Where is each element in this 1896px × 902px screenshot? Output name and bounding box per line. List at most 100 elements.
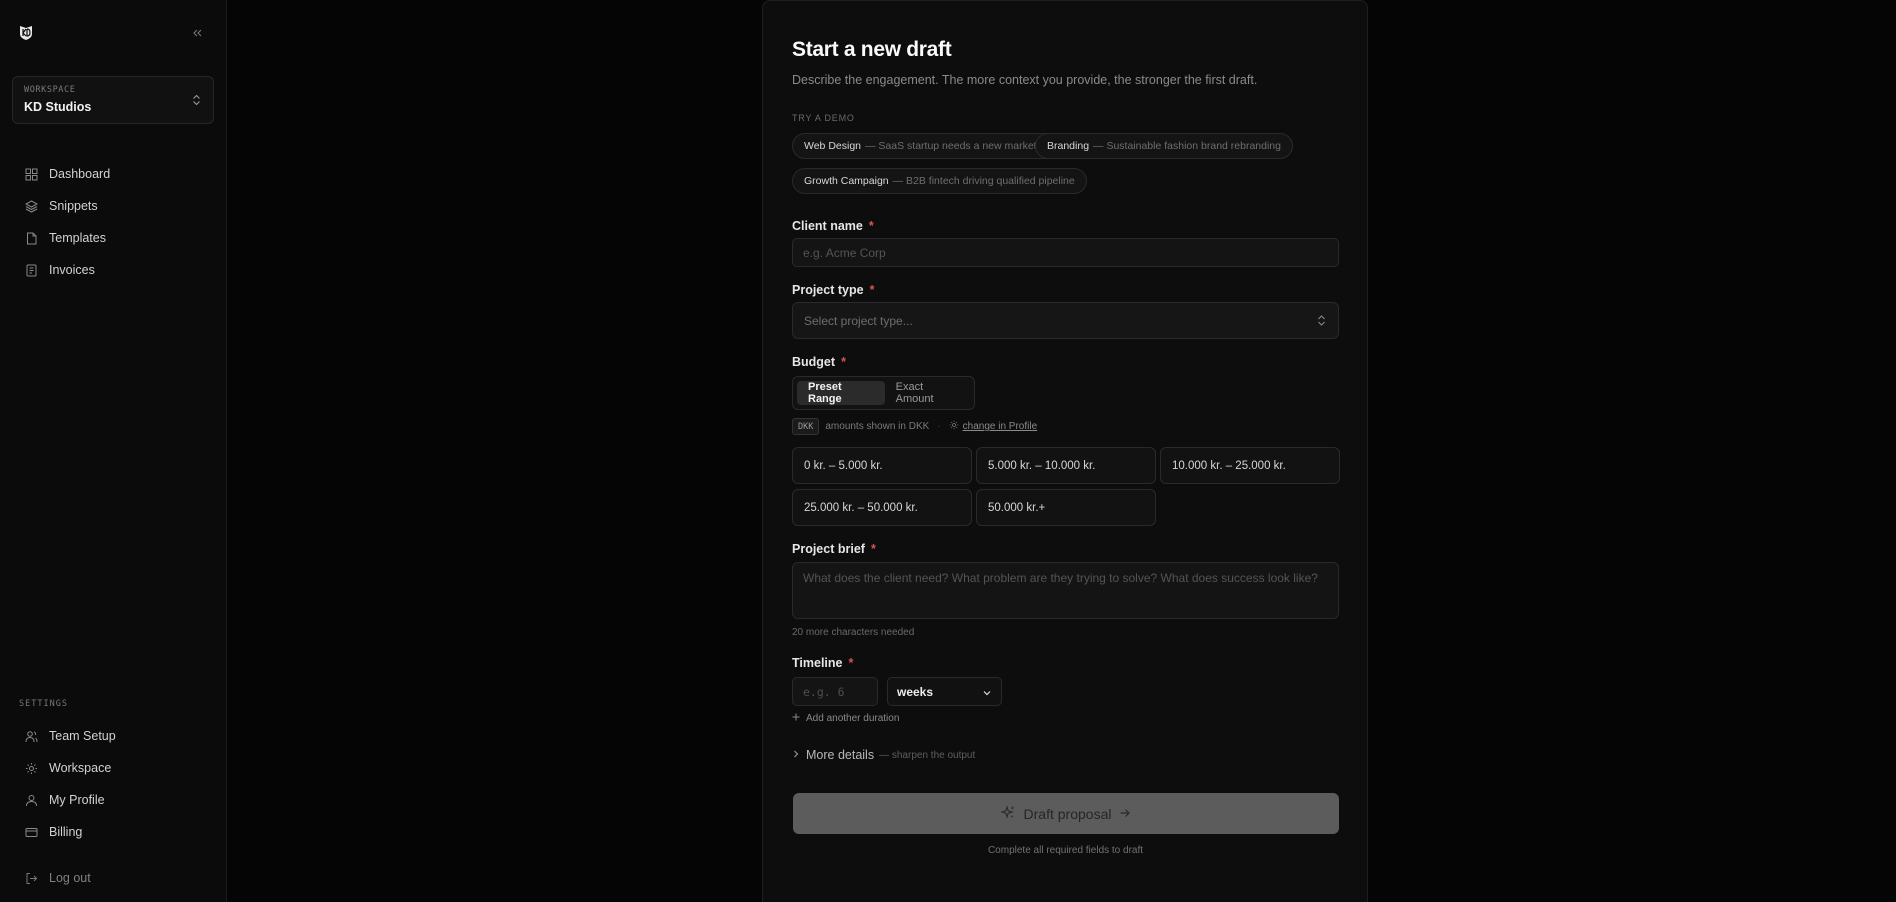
page-title: Start a new draft bbox=[792, 38, 952, 61]
sidebar-item-billing[interactable]: Billing bbox=[0, 816, 226, 848]
sidebar-item-label: Billing bbox=[49, 825, 83, 839]
demo-chip-desc: — B2B fintech driving qualified pipeline bbox=[892, 175, 1075, 187]
brief-character-helper: 20 more characters needed bbox=[792, 627, 915, 638]
timeline-unit-select[interactable]: weeks bbox=[887, 677, 1002, 706]
project-type-placeholder: Select project type... bbox=[804, 313, 913, 328]
add-duration-button[interactable]: Add another duration bbox=[792, 713, 899, 724]
main-nav: Dashboard Snippets Templates Invoices bbox=[0, 158, 226, 286]
budget-label: Budget * bbox=[792, 355, 846, 369]
sidebar-item-workspace[interactable]: Workspace bbox=[0, 752, 226, 784]
logout-section: Log out bbox=[0, 862, 226, 894]
sidebar-item-snippets[interactable]: Snippets bbox=[0, 190, 226, 222]
demo-chip-title: Growth Campaign bbox=[804, 175, 889, 187]
sidebar-header bbox=[0, 0, 226, 66]
sidebar-item-team-setup[interactable]: Team Setup bbox=[0, 720, 226, 752]
users-icon bbox=[24, 729, 38, 743]
settings-section-label: SETTINGS bbox=[19, 699, 68, 709]
settings-nav: Team Setup Workspace My Profile Billing bbox=[0, 720, 226, 848]
project-brief-label-text: Project brief bbox=[792, 542, 865, 556]
demo-chip-title: Web Design bbox=[804, 140, 862, 152]
change-currency-link[interactable]: change in Profile bbox=[963, 421, 1038, 432]
new-draft-form: Start a new draft Describe the engagemen… bbox=[762, 0, 1368, 902]
project-type-label: Project type * bbox=[792, 283, 874, 297]
more-details-subtitle: — sharpen the output bbox=[879, 749, 976, 761]
budget-mode-toggle: Preset Range Exact Amount bbox=[792, 376, 975, 410]
draft-requirement-note: Complete all required fields to draft bbox=[987, 845, 1144, 856]
required-marker: * bbox=[870, 542, 876, 556]
currency-info: DKK amounts shown in DKK · change in Pro… bbox=[792, 418, 1037, 435]
gear-icon bbox=[949, 420, 959, 433]
budget-range-option[interactable]: 0 kr. – 5.000 kr. bbox=[792, 447, 972, 484]
budget-range-option[interactable]: 10.000 kr. – 25.000 kr. bbox=[1160, 447, 1340, 484]
demo-section-label: TRY A DEMO bbox=[792, 113, 855, 123]
grid-icon bbox=[24, 167, 38, 181]
project-type-select[interactable]: Select project type... bbox=[792, 302, 1339, 339]
layers-icon bbox=[24, 199, 38, 213]
client-name-label: Client name * bbox=[792, 219, 874, 233]
more-details-title: More details bbox=[806, 748, 875, 762]
add-duration-label: Add another duration bbox=[806, 713, 900, 724]
currency-note: amounts shown in DKK bbox=[825, 421, 930, 432]
sidebar-item-label: Workspace bbox=[49, 761, 112, 775]
required-marker: * bbox=[848, 656, 854, 670]
preset-range-tab[interactable]: Preset Range bbox=[797, 381, 885, 405]
budget-range-option[interactable]: 25.000 kr. – 50.000 kr. bbox=[792, 489, 972, 526]
demo-chip-growth-campaign[interactable]: Growth Campaign — B2B fintech driving qu… bbox=[792, 168, 1087, 194]
timeline-unit-value: weeks bbox=[897, 684, 934, 699]
required-marker: * bbox=[868, 219, 874, 233]
brand-logo[interactable] bbox=[20, 24, 34, 42]
budget-range-option[interactable]: 50.000 kr.+ bbox=[976, 489, 1156, 526]
draft-proposal-label: Draft proposal bbox=[1023, 805, 1112, 822]
sidebar-item-my-profile[interactable]: My Profile bbox=[0, 784, 226, 816]
workspace-name: KD Studios bbox=[24, 100, 92, 114]
sidebar-item-invoices[interactable]: Invoices bbox=[0, 254, 226, 286]
collapse-sidebar-button[interactable] bbox=[188, 24, 206, 42]
chevron-right-icon bbox=[792, 746, 800, 764]
project-brief-placeholder: What does the client need? What problem … bbox=[803, 571, 1318, 585]
timeline-amount-input[interactable]: e.g. 6 bbox=[792, 677, 878, 706]
project-brief-textarea[interactable]: What does the client need? What problem … bbox=[792, 562, 1339, 619]
sidebar-item-templates[interactable]: Templates bbox=[0, 222, 226, 254]
client-name-placeholder: e.g. Acme Corp bbox=[803, 245, 886, 260]
separator-dot: · bbox=[937, 421, 941, 432]
app-root: WORKSPACE KD Studios Dashboard Snippets … bbox=[0, 0, 1896, 902]
demo-chip-desc: — Sustainable fashion brand rebranding bbox=[1093, 140, 1281, 152]
exact-amount-tab[interactable]: Exact Amount bbox=[885, 381, 970, 405]
logout-button[interactable]: Log out bbox=[0, 862, 226, 894]
file-icon bbox=[24, 231, 38, 245]
client-name-label-text: Client name bbox=[792, 219, 863, 233]
gear-icon bbox=[24, 761, 38, 775]
arrow-right-icon bbox=[1119, 806, 1131, 822]
demo-chip-branding[interactable]: Branding — Sustainable fashion brand reb… bbox=[1035, 133, 1293, 159]
page-subtitle: Describe the engagement. The more contex… bbox=[792, 73, 1258, 87]
chevron-updown-icon bbox=[1317, 314, 1326, 330]
budget-label-text: Budget bbox=[792, 355, 836, 369]
user-icon bbox=[24, 793, 38, 807]
workspace-switcher[interactable]: WORKSPACE KD Studios bbox=[12, 76, 214, 124]
more-details-toggle[interactable]: More details — sharpen the output bbox=[792, 746, 975, 764]
logout-label: Log out bbox=[49, 871, 91, 885]
budget-range-option[interactable]: 5.000 kr. – 10.000 kr. bbox=[976, 447, 1156, 484]
workspace-label: WORKSPACE bbox=[24, 85, 76, 95]
sidebar-item-label: Dashboard bbox=[49, 167, 111, 181]
logout-icon bbox=[24, 871, 38, 885]
sidebar: WORKSPACE KD Studios Dashboard Snippets … bbox=[0, 0, 227, 902]
plus-icon bbox=[792, 713, 800, 724]
sidebar-item-dashboard[interactable]: Dashboard bbox=[0, 158, 226, 190]
currency-badge: DKK bbox=[792, 418, 820, 435]
sidebar-item-label: My Profile bbox=[49, 793, 105, 807]
required-marker: * bbox=[869, 283, 875, 297]
sidebar-item-label: Templates bbox=[49, 231, 106, 245]
chevron-updown-icon bbox=[192, 93, 201, 111]
project-brief-label: Project brief * bbox=[792, 542, 876, 556]
draft-proposal-button[interactable]: Draft proposal bbox=[793, 793, 1339, 834]
credit-card-icon bbox=[24, 825, 38, 839]
chevrons-left-icon bbox=[193, 29, 202, 37]
client-name-input[interactable]: e.g. Acme Corp bbox=[792, 238, 1339, 267]
chevron-down-icon bbox=[982, 687, 992, 701]
sidebar-item-label: Snippets bbox=[49, 199, 98, 213]
timeline-label: Timeline * bbox=[792, 656, 853, 670]
receipt-icon bbox=[24, 263, 38, 277]
timeline-label-text: Timeline bbox=[792, 656, 843, 670]
sidebar-item-label: Invoices bbox=[49, 263, 95, 277]
